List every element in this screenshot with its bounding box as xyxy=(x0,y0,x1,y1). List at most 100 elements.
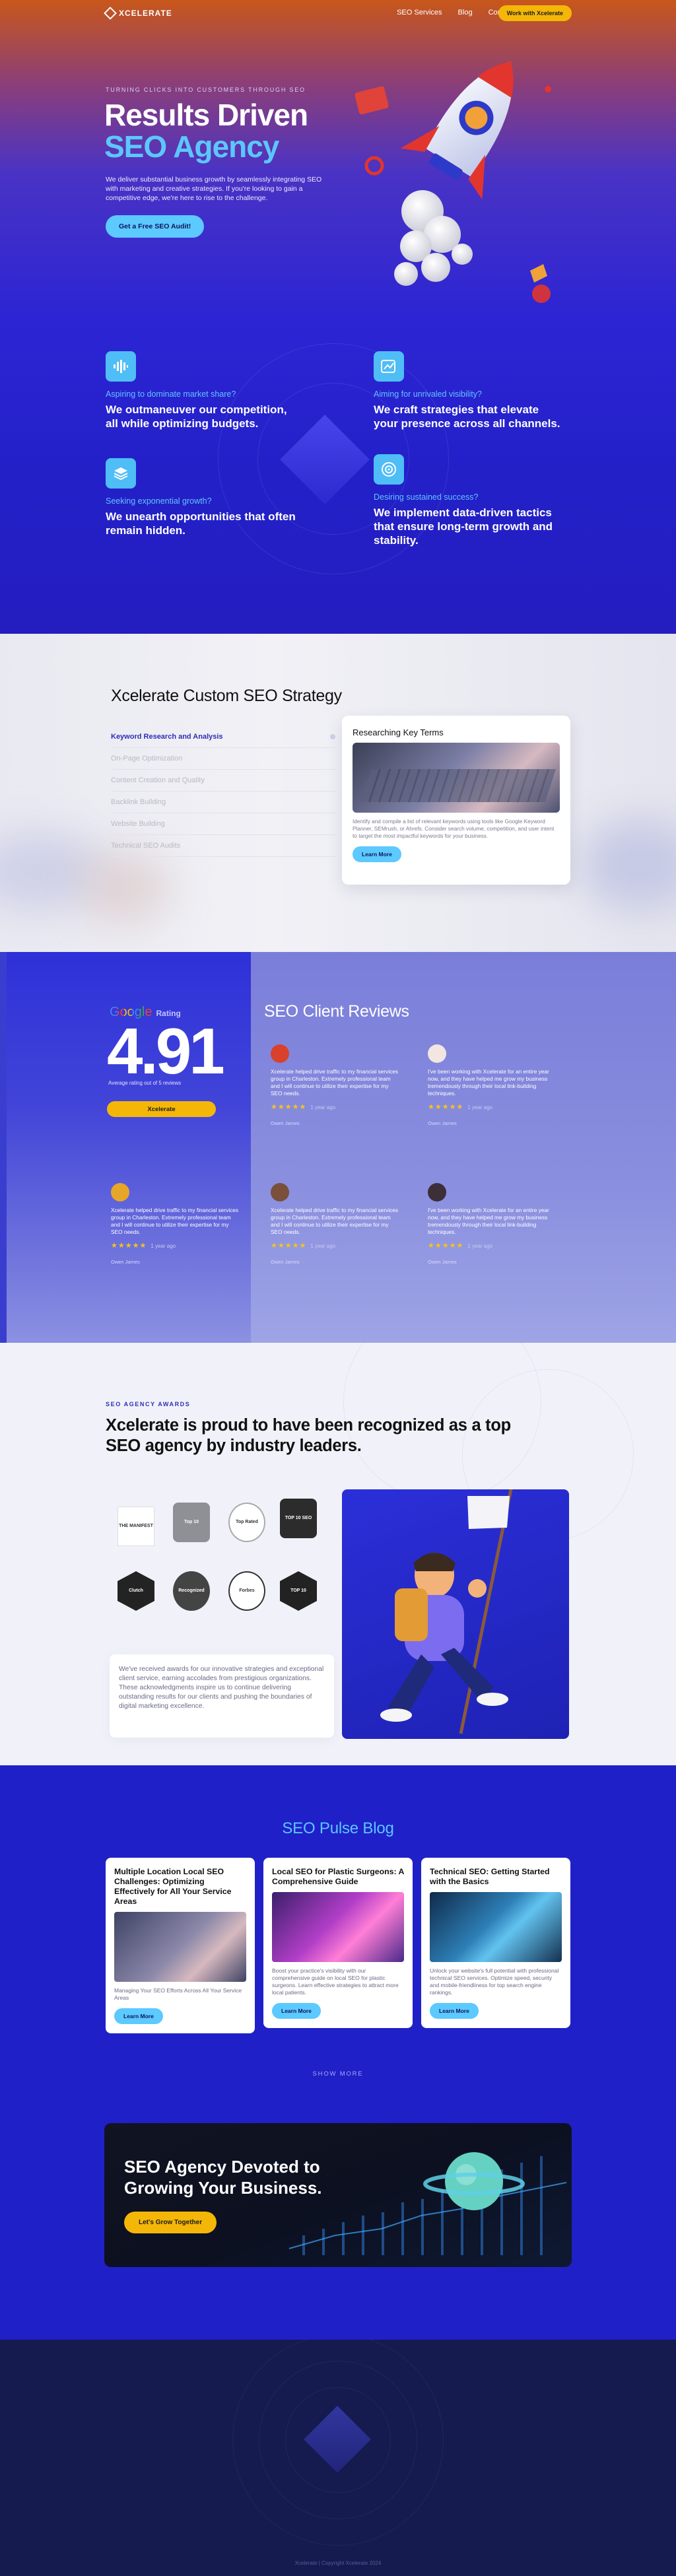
banner-title: SEO Agency Devoted to Growing Your Busine… xyxy=(124,2156,322,2198)
feature-question: Aiming for unrivaled visibility? xyxy=(374,390,482,399)
reviews-section: Google Rating 4.91 Average rating out of … xyxy=(0,952,676,1343)
strategy-card-title: Researching Key Terms xyxy=(353,728,444,737)
review-date: 1 year ago xyxy=(467,1243,493,1249)
review-card: Xcelerate helped drive traffic to my fin… xyxy=(111,1183,240,1265)
blog-card-text: Unlock your website's full potential wit… xyxy=(430,1967,559,1996)
flag-character-illustration xyxy=(342,1482,569,1739)
avatar xyxy=(271,1044,289,1063)
hero-section: XCELERATE SEO Services Blog Contact Us W… xyxy=(0,0,676,634)
tab-keyword-research[interactable]: Keyword Research and Analysis xyxy=(111,726,335,748)
review-date: 1 year ago xyxy=(310,1104,336,1110)
review-stars: ★★★★★ 1 year ago xyxy=(428,1241,557,1250)
review-card: Xcelerate helped drive traffic to my fin… xyxy=(271,1183,400,1265)
tab-backlink[interactable]: Backlink Building xyxy=(111,792,335,813)
review-text: Xcelerate helped drive traffic to my fin… xyxy=(111,1207,239,1235)
blog-card-title[interactable]: Local SEO for Plastic Surgeons: A Compre… xyxy=(272,1867,404,1887)
review-card: I've been working with Xcelerate for an … xyxy=(428,1044,557,1126)
tab-content-creation[interactable]: Content Creation and Quality xyxy=(111,770,335,792)
blog-card-text: Managing Your SEO Efforts Across All You… xyxy=(114,1987,242,2001)
reviewer-name: Owen James xyxy=(111,1259,140,1265)
blog-card-title[interactable]: Multiple Location Local SEO Challenges: … xyxy=(114,1867,246,1907)
free-audit-button[interactable]: Get a Free SEO Audit! xyxy=(106,215,205,238)
blog-learn-more-button[interactable]: Learn More xyxy=(114,2008,163,2024)
review-text: I've been working with Xcelerate for an … xyxy=(428,1068,549,1097)
feature-answer: We unearth opportunities that often rema… xyxy=(106,510,296,537)
target-icon xyxy=(374,454,404,485)
nav-link-seo-services[interactable]: SEO Services xyxy=(397,9,442,17)
stars: ★★★★★ xyxy=(428,1103,464,1111)
review-date: 1 year ago xyxy=(310,1243,336,1249)
reviews-edge xyxy=(0,952,7,1343)
stars: ★★★★★ xyxy=(271,1242,307,1250)
review-stars: ★★★★★ 1 year ago xyxy=(271,1241,400,1250)
avatar xyxy=(428,1183,446,1202)
blog-title: SEO Pulse Blog xyxy=(282,1819,394,1837)
review-card: I've been working with Xcelerate for an … xyxy=(428,1183,557,1265)
hero-title-line2: SEO Agency xyxy=(104,129,279,164)
review-stars: ★★★★★ 1 year ago xyxy=(111,1241,240,1250)
stars: ★★★★★ xyxy=(271,1103,307,1111)
reviewer-name: Owen James xyxy=(428,1120,457,1126)
work-with-button[interactable]: Work with Xcelerate xyxy=(498,5,572,21)
logo-text: XCELERATE xyxy=(119,9,172,18)
reviewer-name: Owen James xyxy=(428,1259,457,1265)
feature-success: Desiring sustained success? We implement… xyxy=(374,454,565,547)
grow-together-button[interactable]: Let's Grow Together xyxy=(124,2212,217,2233)
review-date: 1 year ago xyxy=(151,1243,176,1249)
image-growth-icon xyxy=(374,351,404,382)
blog-card[interactable]: Multiple Location Local SEO Challenges: … xyxy=(106,1858,255,2033)
badge-top10-icon: Top 10 xyxy=(173,1503,210,1542)
avatar xyxy=(428,1044,446,1063)
strategy-section: Xcelerate Custom SEO Strategy Keyword Re… xyxy=(0,634,676,952)
feature-growth: Seeking exponential growth? We unearth o… xyxy=(106,458,297,537)
blog-card-title[interactable]: Technical SEO: Getting Started with the … xyxy=(430,1867,562,1887)
review-stars: ★★★★★ 1 year ago xyxy=(271,1102,400,1111)
show-more-link[interactable]: SHOW MORE xyxy=(0,2070,676,2078)
rating-average: Average rating out of 5 reviews xyxy=(108,1080,182,1086)
copyright: Xcelerate | Copyright Xcelerate 2024 xyxy=(294,2560,382,2566)
blog-card-image xyxy=(430,1892,562,1962)
badge-clutch-icon: Clutch xyxy=(118,1571,154,1611)
avatar xyxy=(111,1183,129,1202)
reviewer-name: Owen James xyxy=(271,1259,300,1265)
stars: ★★★★★ xyxy=(111,1242,147,1250)
strategy-learn-more-button[interactable]: Learn More xyxy=(353,846,401,862)
blog-card[interactable]: Technical SEO: Getting Started with the … xyxy=(421,1858,570,2028)
strategy-tabs: Keyword Research and Analysis On-Page Op… xyxy=(111,726,335,857)
feature-market-share: Aspiring to dominate market share? We ou… xyxy=(106,351,297,430)
blog-learn-more-button[interactable]: Learn More xyxy=(272,2003,321,2019)
xcelerate-review-button[interactable]: Xcelerate xyxy=(107,1101,216,1117)
bar-waves-icon xyxy=(106,351,136,382)
blog-card-image xyxy=(114,1912,246,1982)
badge-top-rated-icon: Top Rated xyxy=(228,1503,265,1542)
top-nav: XCELERATE SEO Services Blog Contact Us W… xyxy=(0,0,676,28)
feature-visibility: Aiming for unrivaled visibility? We craf… xyxy=(374,351,565,430)
tab-on-page[interactable]: On-Page Optimization xyxy=(111,748,335,770)
nav-link-blog[interactable]: Blog xyxy=(458,9,473,17)
avatar xyxy=(271,1183,289,1202)
banner-title-line2: Growing Your Business. xyxy=(124,2178,322,2198)
blog-learn-more-button[interactable]: Learn More xyxy=(430,2003,479,2019)
badge-recognized-icon: Recognized xyxy=(173,1571,210,1611)
hero-description: We deliver substantial business growth b… xyxy=(106,176,322,202)
review-text: Xcelerate helped drive traffic to my fin… xyxy=(271,1068,399,1097)
feature-answer: We craft strategies that elevate your pr… xyxy=(374,403,560,430)
award-badges: THE MANIFEST Top 10 Top Rated TOP 10 SEO… xyxy=(118,1493,329,1632)
logo[interactable]: XCELERATE xyxy=(104,7,172,20)
review-date: 1 year ago xyxy=(467,1104,493,1110)
awards-eyebrow: SEO AGENCY AWARDS xyxy=(106,1401,191,1407)
tab-website-building[interactable]: Website Building xyxy=(111,813,335,835)
rocket-illustration xyxy=(355,61,551,303)
feature-answer: We implement data-driven tactics that en… xyxy=(374,506,553,547)
review-text: Xcelerate helped drive traffic to my fin… xyxy=(271,1207,399,1235)
footer: Xcelerate | Copyright Xcelerate 2024 xyxy=(0,2340,676,2576)
blog-card[interactable]: Local SEO for Plastic Surgeons: A Compre… xyxy=(263,1858,413,2028)
reviews-title: SEO Client Reviews xyxy=(264,1002,409,1021)
badge-manifest-icon: THE MANIFEST xyxy=(118,1507,154,1546)
strategy-title: Xcelerate Custom SEO Strategy xyxy=(111,687,342,705)
tab-technical-audits[interactable]: Technical SEO Audits xyxy=(111,835,335,857)
blog-section: SEO Pulse Blog Multiple Location Local S… xyxy=(0,1765,676,2340)
blog-card-image xyxy=(272,1892,404,1962)
review-card: Xcelerate helped drive traffic to my fin… xyxy=(271,1044,400,1126)
strategy-card-text: Identify and compile a list of relevant … xyxy=(353,818,555,839)
